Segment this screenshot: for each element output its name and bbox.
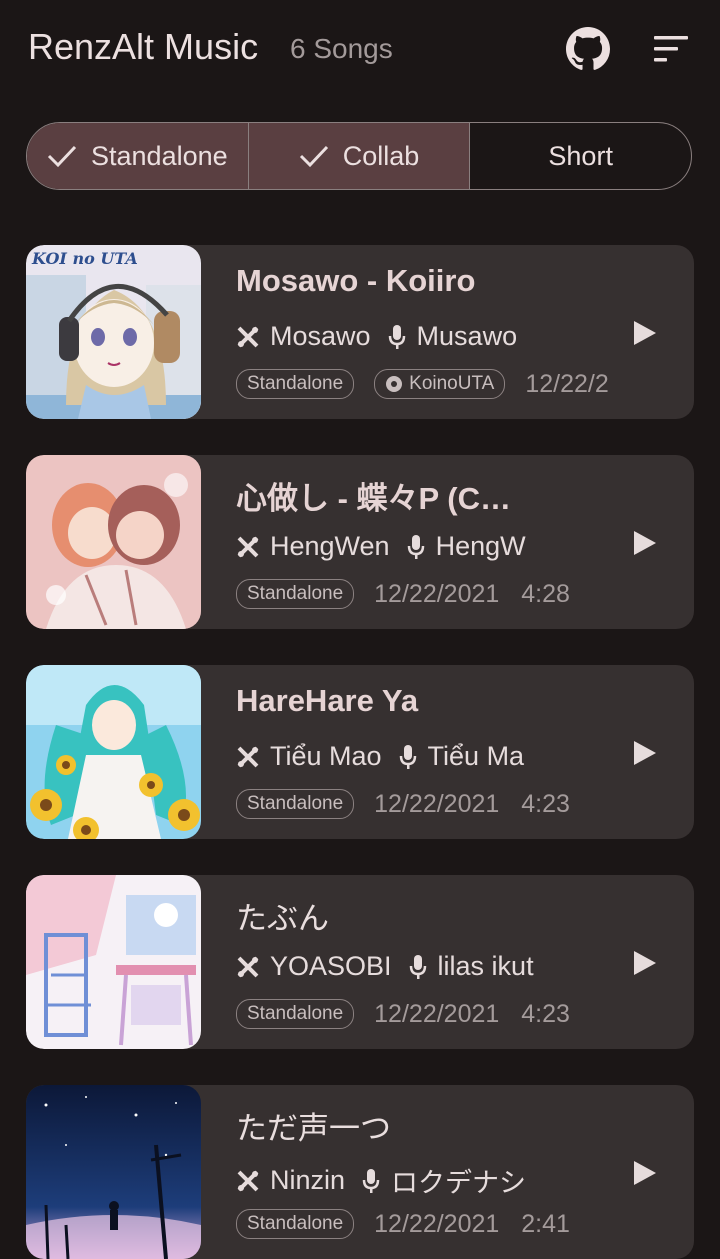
song-info: HareHare Ya Tiểu Mao Tiểu Ma Standalone … — [236, 665, 608, 839]
song-info: ただ声一つ Ninzin ロクデナシ Standalone 12/22/2021… — [236, 1085, 608, 1259]
type-chip[interactable]: Standalone — [236, 369, 355, 399]
composer-icon — [237, 326, 259, 347]
meta-row: Standalone KoinoUTA 12/22/2021 4 — [236, 369, 608, 399]
song-duration: 4:23 — [521, 999, 570, 1028]
filter-label: Collab — [342, 140, 420, 171]
composer-name: HengWen — [270, 531, 390, 561]
song-title: たぶん — [236, 901, 329, 936]
composer-name: Tiểu Mao — [270, 741, 382, 771]
artists-row: YOASOBI lilas ikut — [236, 951, 534, 982]
mic-icon — [388, 324, 405, 349]
song-date: 12/22/2021 — [374, 579, 500, 608]
artists-row: HengWen HengW — [236, 531, 526, 562]
album-cover — [26, 455, 201, 629]
singer-name: Musawo — [416, 321, 518, 351]
album-cover — [26, 665, 201, 839]
cover-text: KOI no UTA — [31, 249, 138, 268]
song-card[interactable]: HareHare Ya Tiểu Mao Tiểu Ma Standalone … — [26, 665, 694, 839]
composer-icon — [237, 1170, 259, 1191]
singer-name: lilas ikut — [437, 951, 534, 981]
check-icon — [47, 145, 77, 168]
app-title: RenzAlt Music — [28, 26, 259, 67]
song-title: 心做し - 蝶々P (C… — [236, 481, 511, 516]
song-title: HareHare Ya — [236, 683, 419, 718]
filter-standalone[interactable]: Standalone — [27, 123, 248, 189]
song-date: 12/22/2021 — [374, 999, 500, 1028]
meta-row: Standalone 12/22/2021 4:23 — [236, 999, 570, 1029]
filter-label: Standalone — [91, 140, 228, 171]
mic-icon — [409, 954, 426, 979]
album-chip[interactable]: KoinoUTA — [374, 369, 506, 399]
play-icon[interactable] — [632, 1159, 658, 1187]
composer-name: YOASOBI — [270, 951, 392, 981]
singer-name: HengW — [435, 531, 526, 561]
singer-name: ロクデナシ — [391, 1168, 527, 1198]
song-card[interactable]: KOI no UTA Mosawo - Koiiro Mosawo Musawo… — [26, 245, 694, 419]
type-chip[interactable]: Standalone — [236, 1209, 355, 1239]
song-date: 12/22/2021 — [374, 1209, 500, 1238]
song-duration: 4:28 — [521, 579, 570, 608]
github-icon[interactable] — [566, 27, 610, 71]
song-card[interactable]: ただ声一つ Ninzin ロクデナシ Standalone 12/22/2021… — [26, 1085, 694, 1259]
composer-icon — [237, 956, 259, 977]
artists-row: Ninzin ロクデナシ — [236, 1161, 526, 1200]
type-chip[interactable]: Standalone — [236, 789, 355, 819]
album-name: KoinoUTA — [409, 373, 495, 394]
song-title: Mosawo - Koiiro — [236, 263, 476, 298]
play-icon[interactable] — [632, 319, 658, 347]
album-icon — [386, 376, 403, 392]
meta-row: Standalone 12/22/2021 4:28 — [236, 579, 570, 609]
play-icon[interactable] — [632, 529, 658, 557]
mic-icon — [399, 744, 416, 769]
song-duration: 4:23 — [521, 789, 570, 818]
play-icon[interactable] — [632, 739, 658, 767]
mic-icon — [407, 534, 424, 559]
artists-row: Tiểu Mao Tiểu Ma — [236, 741, 524, 772]
filter-label: Short — [548, 140, 613, 171]
song-info: たぶん YOASOBI lilas ikut Standalone 12/22/… — [236, 875, 608, 1049]
song-card[interactable]: たぶん YOASOBI lilas ikut Standalone 12/22/… — [26, 875, 694, 1049]
song-count: 6 Songs — [290, 33, 393, 64]
song-card[interactable]: 心做し - 蝶々P (C… HengWen HengW Standalone 1… — [26, 455, 694, 629]
album-cover — [26, 1085, 201, 1259]
singer-name: Tiểu Ma — [427, 741, 525, 771]
filter-collab[interactable]: Collab — [247, 123, 470, 189]
composer-icon — [237, 536, 259, 557]
filter-short[interactable]: Short — [469, 123, 691, 189]
check-icon — [299, 145, 328, 168]
meta-row: Standalone 12/22/2021 2:41 — [236, 1209, 570, 1239]
album-cover: KOI no UTA — [26, 245, 201, 419]
song-date: 12/22/2021 — [525, 369, 608, 398]
meta-row: Standalone 12/22/2021 4:23 — [236, 789, 570, 819]
song-duration: 2:41 — [521, 1209, 570, 1238]
composer-name: Ninzin — [270, 1165, 346, 1195]
app-bar: RenzAlt Music 6 Songs — [0, 0, 720, 96]
song-info: 心做し - 蝶々P (C… HengWen HengW Standalone 1… — [236, 455, 608, 629]
type-chip[interactable]: Standalone — [236, 999, 355, 1029]
mic-icon — [362, 1168, 380, 1193]
sort-icon[interactable] — [654, 36, 690, 62]
song-title: ただ声一つ — [236, 1111, 391, 1146]
song-info: Mosawo - Koiiro Mosawo Musawo Standalone… — [236, 245, 608, 419]
album-cover — [26, 875, 201, 1049]
type-chip[interactable]: Standalone — [236, 579, 355, 609]
composer-icon — [237, 746, 259, 767]
song-date: 12/22/2021 — [374, 789, 500, 818]
artists-row: Mosawo Musawo — [236, 321, 517, 352]
filter-segmented-control: Standalone Collab Short — [26, 122, 692, 190]
composer-name: Mosawo — [270, 321, 371, 351]
play-icon[interactable] — [632, 949, 658, 977]
